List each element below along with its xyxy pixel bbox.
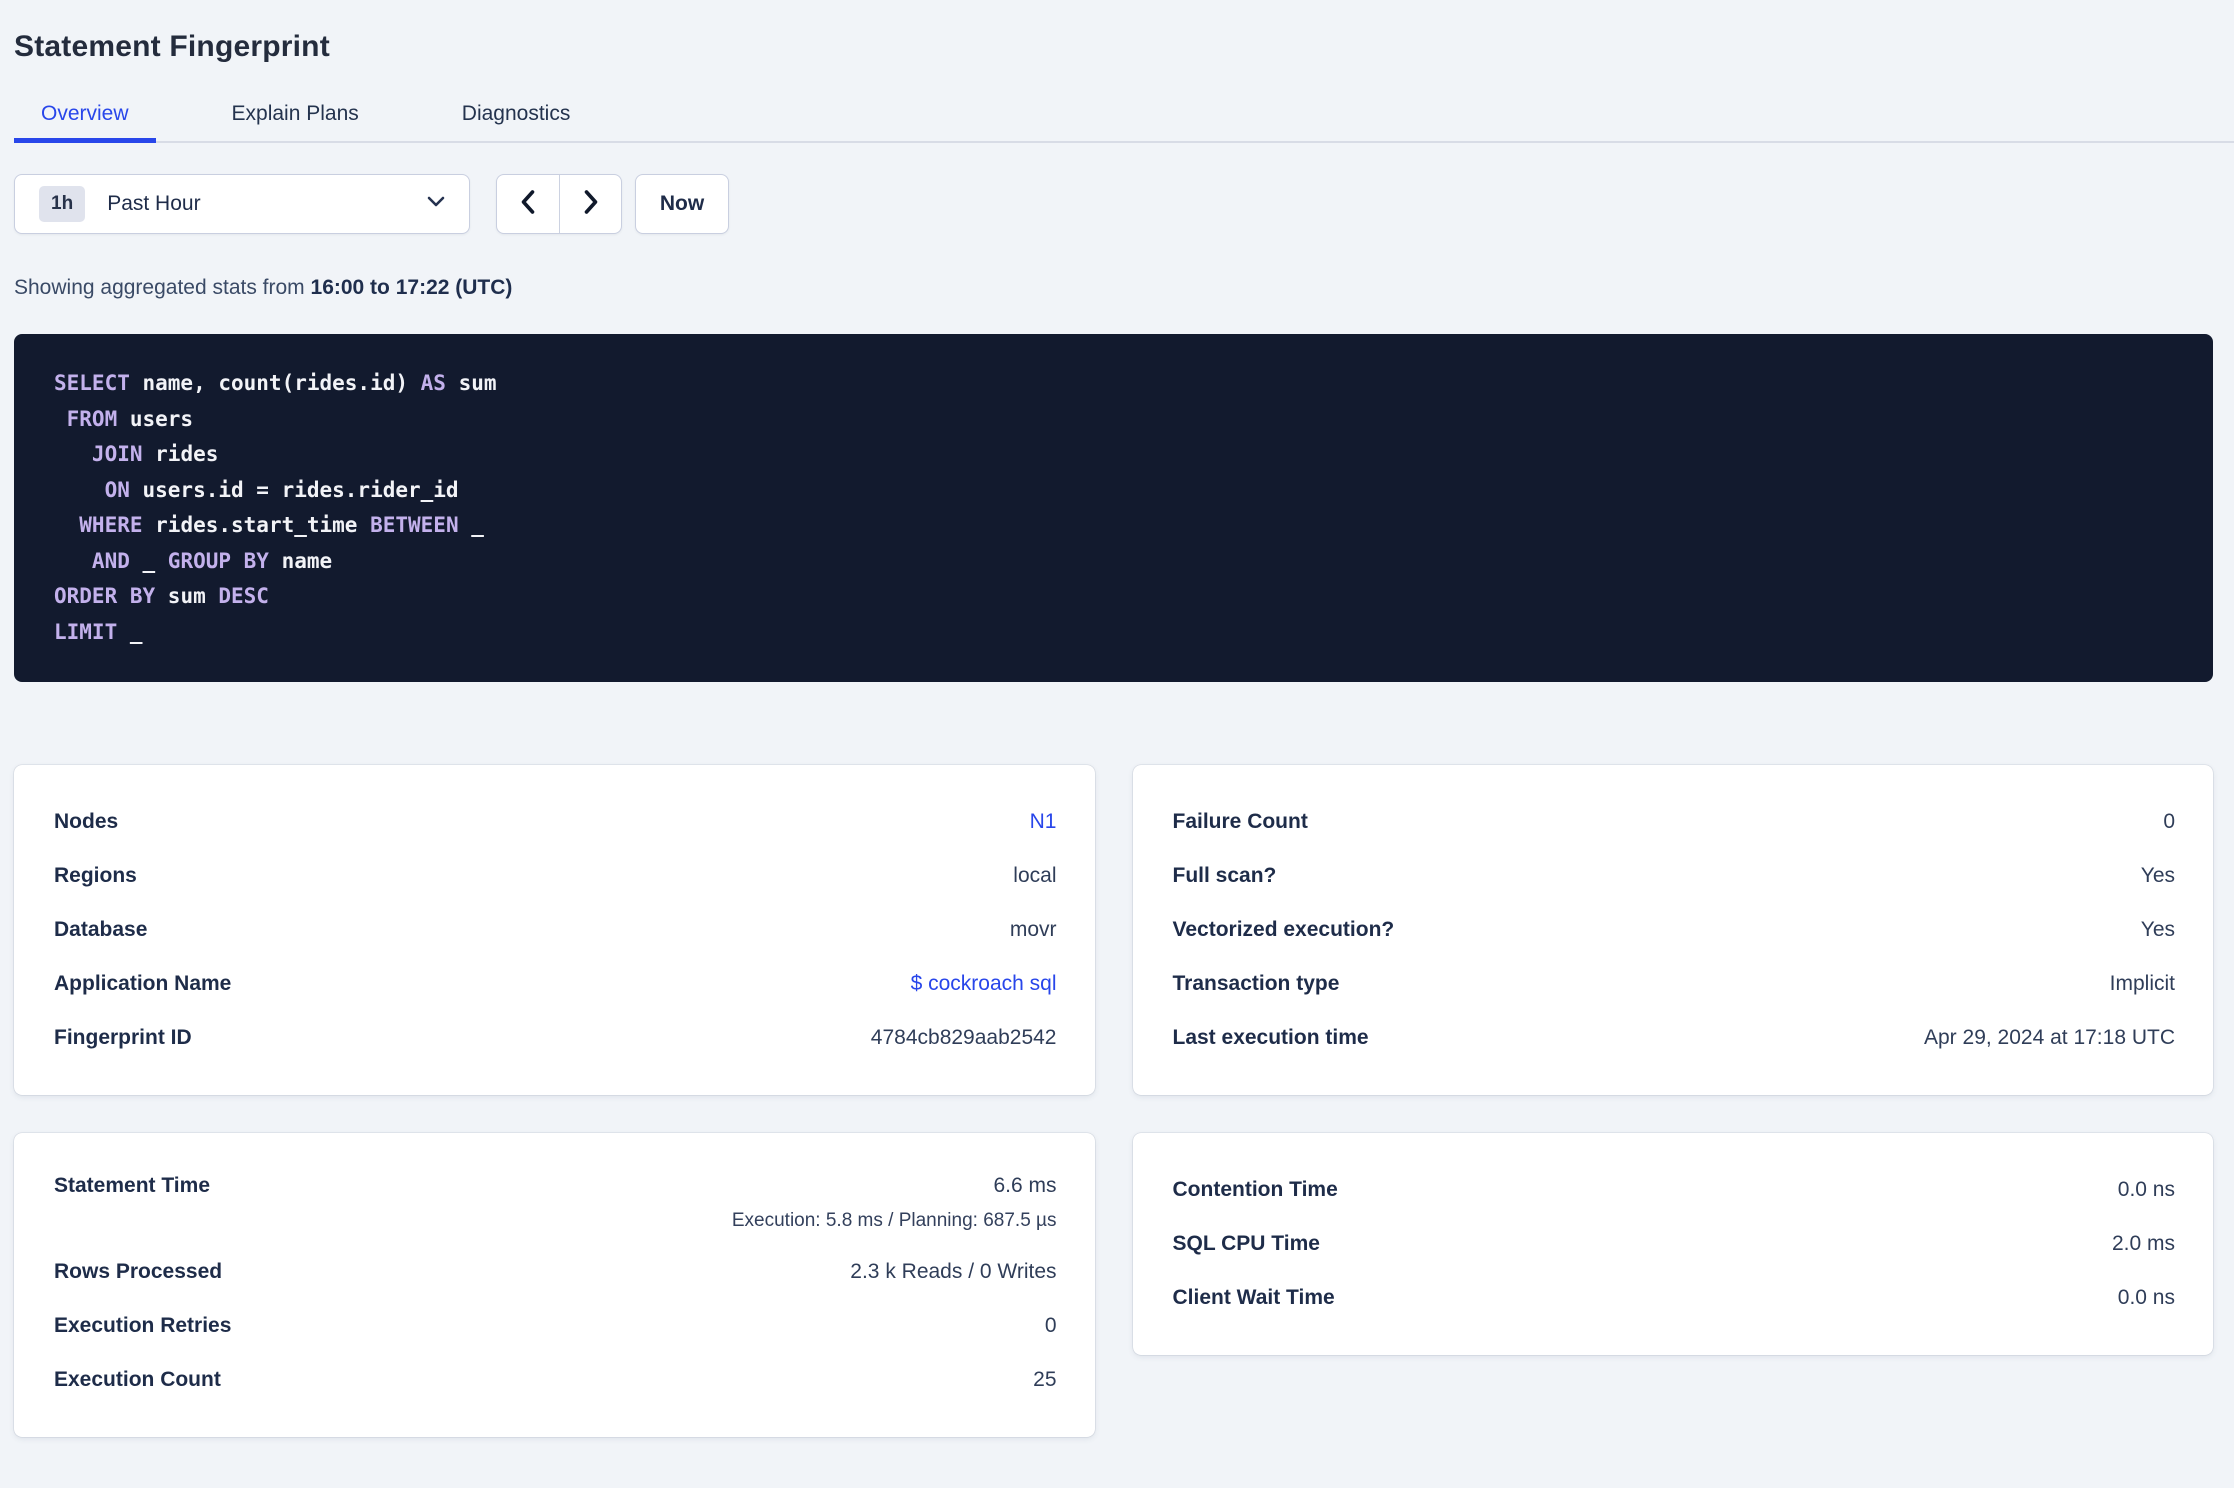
client-wait-time-label: Client Wait Time bbox=[1172, 1286, 1335, 1309]
last-execution-time-label: Last execution time bbox=[1172, 1026, 1369, 1049]
stats-cards-grid: Nodes N1 Regions local Database movr App… bbox=[14, 765, 2213, 1437]
time-interval-pager bbox=[496, 174, 622, 234]
time-range-dropdown[interactable]: 1h Past Hour bbox=[14, 174, 470, 234]
full-scan-label: Full scan? bbox=[1172, 864, 1277, 887]
execution-attributes-card: Failure Count 0 Full scan? Yes Vectorize… bbox=[1132, 765, 2214, 1095]
database-label: Database bbox=[54, 918, 148, 941]
statement-time-value: 6.6 ms bbox=[993, 1173, 1057, 1197]
table-row: Transaction type Implicit bbox=[1133, 957, 2214, 1011]
sql-cpu-time-label: SQL CPU Time bbox=[1172, 1232, 1320, 1255]
aggregated-stats-range: 16:00 to 17:22 (UTC) bbox=[310, 276, 513, 299]
sql-line: ORDER BY sum DESC bbox=[54, 584, 269, 608]
table-row: Contention Time 0.0 ns bbox=[1133, 1163, 2214, 1217]
tab-diagnostics[interactable]: Diagnostics bbox=[435, 102, 598, 143]
table-row: Last execution time Apr 29, 2024 at 17:1… bbox=[1133, 1011, 2214, 1065]
now-button[interactable]: Now bbox=[635, 174, 729, 234]
table-row: Vectorized execution? Yes bbox=[1133, 903, 2214, 957]
regions-value: local bbox=[1013, 864, 1057, 887]
sql-line: ON users.id = rides.rider_id bbox=[54, 477, 459, 502]
last-execution-time-value: Apr 29, 2024 at 17:18 UTC bbox=[1924, 1026, 2175, 1049]
sql-cpu-time-value: 2.0 ms bbox=[2111, 1232, 2175, 1255]
nodes-label: Nodes bbox=[54, 810, 119, 833]
statement-fingerprint-page: Statement Fingerprint Overview Explain P… bbox=[0, 30, 2234, 1437]
sql-statement-box: SELECT name, count(rides.id) AS sum FROM… bbox=[14, 334, 2213, 682]
aggregated-stats-prefix: Showing aggregated stats from bbox=[14, 276, 311, 299]
statement-time-breakdown: Execution: 5.8 ms / Planning: 687.5 µs bbox=[731, 1210, 1057, 1231]
table-row: Statement Time 6.6 ms bbox=[14, 1163, 1095, 1208]
sql-line: JOIN rides bbox=[54, 442, 219, 466]
application-name-link[interactable]: $ cockroach sql bbox=[911, 972, 1057, 996]
application-name-label: Application Name bbox=[54, 972, 232, 995]
chevron-down-icon bbox=[427, 195, 445, 213]
contention-time-value: 0.0 ns bbox=[2117, 1178, 2175, 1201]
tab-bar: Overview Explain Plans Diagnostics bbox=[14, 102, 2234, 143]
table-row: Regions local bbox=[14, 849, 1095, 903]
next-time-interval-button[interactable] bbox=[559, 175, 621, 233]
fingerprint-id-label: Fingerprint ID bbox=[54, 1026, 192, 1049]
nodes-link[interactable]: N1 bbox=[1030, 810, 1057, 834]
execution-count-label: Execution Count bbox=[54, 1368, 221, 1391]
rows-processed-label: Rows Processed bbox=[54, 1260, 223, 1283]
execution-retries-value: 0 bbox=[1044, 1314, 1057, 1337]
tab-explain-plans[interactable]: Explain Plans bbox=[205, 102, 386, 143]
sql-line: LIMIT _ bbox=[54, 619, 143, 644]
table-row: Application Name $ cockroach sql bbox=[14, 957, 1095, 1011]
table-row: Fingerprint ID 4784cb829aab2542 bbox=[14, 1011, 1095, 1065]
failure-count-label: Failure Count bbox=[1172, 810, 1308, 833]
statement-timing-card: Statement Time 6.6 ms Execution: 5.8 ms … bbox=[14, 1133, 1095, 1437]
time-range-label: Past Hour bbox=[107, 192, 201, 215]
table-row: Client Wait Time 0.0 ns bbox=[1133, 1271, 2214, 1325]
table-row: SQL CPU Time 2.0 ms bbox=[1133, 1217, 2214, 1271]
regions-label: Regions bbox=[54, 864, 137, 887]
time-range-duration-badge: 1h bbox=[39, 186, 86, 222]
sql-line: FROM users bbox=[54, 406, 194, 431]
failure-count-value: 0 bbox=[2163, 810, 2175, 833]
vectorized-execution-value: Yes bbox=[2140, 918, 2175, 941]
table-row: Nodes N1 bbox=[14, 795, 1095, 849]
vectorized-execution-label: Vectorized execution? bbox=[1172, 918, 1395, 941]
database-value: movr bbox=[1009, 918, 1057, 941]
page-title: Statement Fingerprint bbox=[14, 30, 330, 63]
aggregated-stats-summary: Showing aggregated stats from 16:00 to 1… bbox=[14, 276, 2213, 300]
transaction-type-label: Transaction type bbox=[1172, 972, 1340, 995]
table-row: Database movr bbox=[14, 903, 1095, 957]
chevron-left-icon bbox=[517, 189, 539, 220]
statement-time-label: Statement Time bbox=[54, 1173, 210, 1197]
table-row: Execution Count 25 bbox=[14, 1353, 1095, 1407]
table-row: Full scan? Yes bbox=[1133, 849, 2214, 903]
fingerprint-id-value: 4784cb829aab2542 bbox=[870, 1026, 1057, 1049]
tab-overview[interactable]: Overview bbox=[14, 102, 156, 143]
statement-details-card: Nodes N1 Regions local Database movr App… bbox=[14, 765, 1095, 1095]
sql-line: SELECT name, count(rides.id) AS sum bbox=[54, 371, 497, 395]
wait-times-card: Contention Time 0.0 ns SQL CPU Time 2.0 … bbox=[1132, 1133, 2214, 1355]
chevron-right-icon bbox=[580, 189, 602, 220]
table-row: Failure Count 0 bbox=[1133, 795, 2214, 849]
table-row: Rows Processed 2.3 k Reads / 0 Writes bbox=[14, 1245, 1095, 1299]
sql-line: AND _ GROUP BY name bbox=[54, 548, 333, 573]
execution-retries-label: Execution Retries bbox=[54, 1314, 232, 1337]
contention-time-label: Contention Time bbox=[1172, 1178, 1338, 1201]
sql-line: WHERE rides.start_time BETWEEN _ bbox=[54, 513, 484, 537]
prev-time-interval-button[interactable] bbox=[497, 175, 559, 233]
full-scan-value: Yes bbox=[2140, 864, 2175, 887]
table-row: Execution Retries 0 bbox=[14, 1299, 1095, 1353]
rows-processed-value: 2.3 k Reads / 0 Writes bbox=[850, 1260, 1057, 1283]
time-controls: 1h Past Hour Now bbox=[14, 174, 2213, 234]
transaction-type-value: Implicit bbox=[2109, 972, 2175, 995]
client-wait-time-value: 0.0 ns bbox=[2117, 1286, 2175, 1309]
execution-count-value: 25 bbox=[1033, 1368, 1057, 1391]
